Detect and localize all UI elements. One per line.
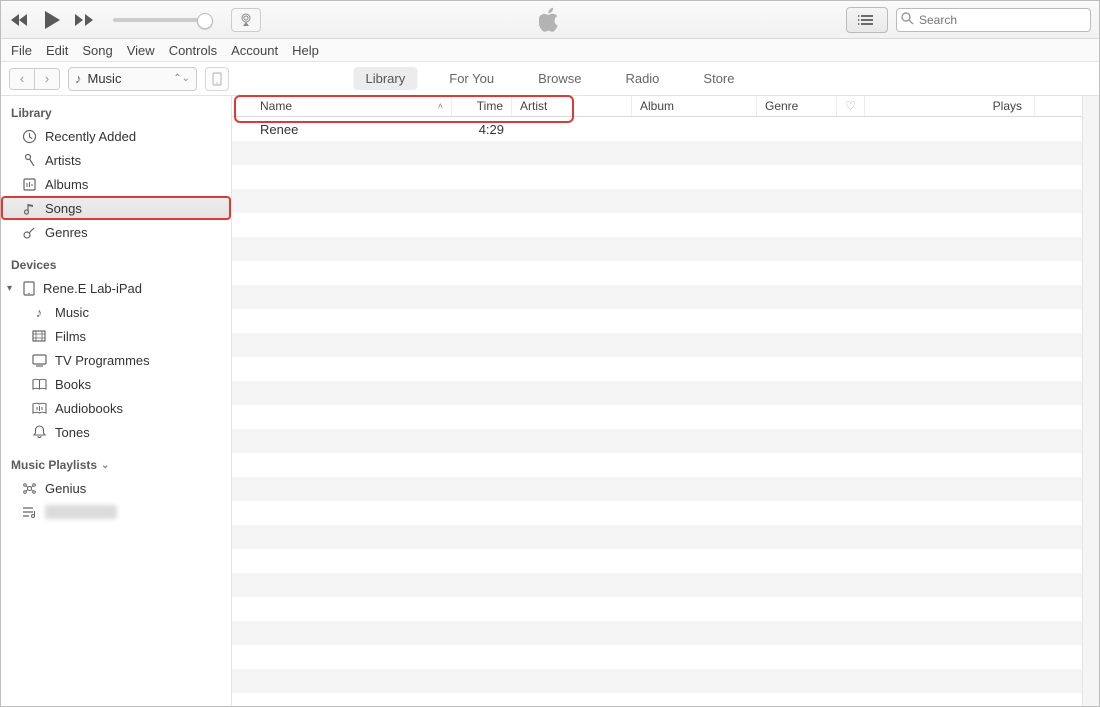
column-artist[interactable]: Artist	[512, 96, 632, 116]
column-genre[interactable]: Genre	[757, 96, 837, 116]
sidebar-item-label: Books	[55, 377, 91, 392]
sidebar-device-tv[interactable]: TV Programmes	[1, 348, 231, 372]
cell-name: Renee	[232, 122, 452, 137]
vertical-scrollbar[interactable]	[1082, 96, 1099, 707]
sidebar-header-playlists[interactable]: Music Playlists⌄	[1, 454, 231, 476]
guitar-icon	[19, 225, 39, 240]
list-view-button[interactable]	[846, 7, 888, 33]
next-button[interactable]	[73, 9, 95, 31]
sidebar-item-albums[interactable]: Albums	[1, 172, 231, 196]
album-icon	[19, 177, 39, 192]
music-note-icon	[19, 201, 39, 216]
sidebar-item-label: Genres	[45, 225, 88, 240]
device-label: Rene.E Lab-iPad	[43, 281, 142, 296]
search-icon	[901, 12, 914, 25]
forward-button[interactable]: ›	[34, 69, 59, 89]
sidebar-device-music[interactable]: ♪ Music	[1, 300, 231, 324]
column-time[interactable]: Time	[452, 96, 512, 116]
previous-button[interactable]	[9, 9, 31, 31]
tab-browse[interactable]: Browse	[526, 67, 593, 90]
tab-store[interactable]: Store	[691, 67, 746, 90]
sidebar-header-library: Library	[1, 102, 231, 124]
tv-icon	[29, 354, 49, 367]
column-plays[interactable]: Plays	[865, 96, 1035, 116]
sidebar-item-label: Films	[55, 329, 86, 344]
play-button[interactable]	[41, 9, 63, 31]
search-field[interactable]	[896, 8, 1091, 32]
table-body: Renee 4:29	[232, 117, 1099, 707]
menu-song[interactable]: Song	[82, 43, 112, 58]
sidebar-item-label: Albums	[45, 177, 88, 192]
sidebar-item-label: Songs	[45, 201, 82, 216]
sidebar-item-label: Tones	[55, 425, 90, 440]
tab-library[interactable]: Library	[354, 67, 418, 90]
column-love[interactable]: ♡	[837, 96, 865, 116]
back-button[interactable]: ‹	[10, 69, 34, 89]
navigation-bar: ‹ › ♪ Music ⌃⌄ Library For You Browse Ra…	[1, 62, 1099, 96]
sidebar-device[interactable]: ▾ Rene.E Lab-iPad	[1, 276, 231, 300]
playlist-icon	[19, 506, 39, 519]
clock-icon	[19, 129, 39, 144]
sidebar-item-artists[interactable]: Artists	[1, 148, 231, 172]
menu-controls[interactable]: Controls	[169, 43, 217, 58]
blurred-label	[45, 505, 117, 519]
sidebar: Library Recently Added Artists Albums So…	[1, 96, 232, 707]
sort-asc-icon: ˄	[438, 101, 443, 111]
sidebar-item-genres[interactable]: Genres	[1, 220, 231, 244]
sidebar-item-label: Music	[55, 305, 89, 320]
sidebar-item-label: Recently Added	[45, 129, 136, 144]
tab-for-you[interactable]: For You	[437, 67, 506, 90]
sidebar-item-label: TV Programmes	[55, 353, 150, 368]
sidebar-item-songs[interactable]: Songs	[1, 196, 231, 220]
bell-icon	[29, 425, 49, 439]
sidebar-device-books[interactable]: Books	[1, 372, 231, 396]
songs-table: Name˄ Time Artist Album Genre ♡ Plays Re…	[232, 96, 1099, 707]
music-note-icon: ♪	[75, 71, 82, 86]
airplay-button[interactable]	[231, 8, 261, 32]
sidebar-header-devices: Devices	[1, 254, 231, 276]
menu-view[interactable]: View	[127, 43, 155, 58]
tab-radio[interactable]: Radio	[613, 67, 671, 90]
sidebar-item-label: Artists	[45, 153, 81, 168]
chevron-updown-icon: ⌃⌄	[173, 73, 190, 84]
view-tabs: Library For You Browse Radio Store	[354, 67, 747, 90]
menu-account[interactable]: Account	[231, 43, 278, 58]
ipad-icon	[19, 281, 39, 296]
player-toolbar	[1, 1, 1099, 39]
media-category-select[interactable]: ♪ Music ⌃⌄	[68, 67, 197, 91]
chevron-down-icon: ⌄	[101, 460, 109, 471]
menu-edit[interactable]: Edit	[46, 43, 68, 58]
category-label: Music	[88, 71, 122, 86]
search-input[interactable]	[896, 8, 1091, 32]
mic-icon	[19, 153, 39, 168]
table-header: Name˄ Time Artist Album Genre ♡ Plays	[232, 96, 1099, 117]
sidebar-playlist-genius[interactable]: Genius	[1, 476, 231, 500]
sidebar-device-audiobooks[interactable]: Audiobooks	[1, 396, 231, 420]
column-name[interactable]: Name˄	[232, 96, 452, 116]
sidebar-device-tones[interactable]: Tones	[1, 420, 231, 444]
audiobook-icon	[29, 402, 49, 415]
book-icon	[29, 378, 49, 391]
table-row[interactable]: Renee 4:29	[232, 117, 1099, 141]
cell-time: 4:29	[452, 122, 512, 137]
film-icon	[29, 329, 49, 343]
column-album[interactable]: Album	[632, 96, 757, 116]
menu-bar: File Edit Song View Controls Account Hel…	[1, 39, 1099, 62]
sidebar-playlist-item[interactable]	[1, 500, 231, 524]
sidebar-item-recently-added[interactable]: Recently Added	[1, 124, 231, 148]
sidebar-device-films[interactable]: Films	[1, 324, 231, 348]
apple-logo-icon	[539, 7, 561, 33]
volume-slider[interactable]	[113, 18, 213, 22]
heart-icon: ♡	[845, 99, 856, 113]
sidebar-item-label: Genius	[45, 481, 86, 496]
menu-help[interactable]: Help	[292, 43, 319, 58]
sidebar-item-label: Audiobooks	[55, 401, 123, 416]
music-note-icon: ♪	[29, 305, 49, 320]
disclosure-triangle-icon[interactable]: ▾	[7, 283, 17, 294]
menu-file[interactable]: File	[11, 43, 32, 58]
device-button[interactable]	[205, 67, 229, 91]
genius-icon	[19, 481, 39, 496]
